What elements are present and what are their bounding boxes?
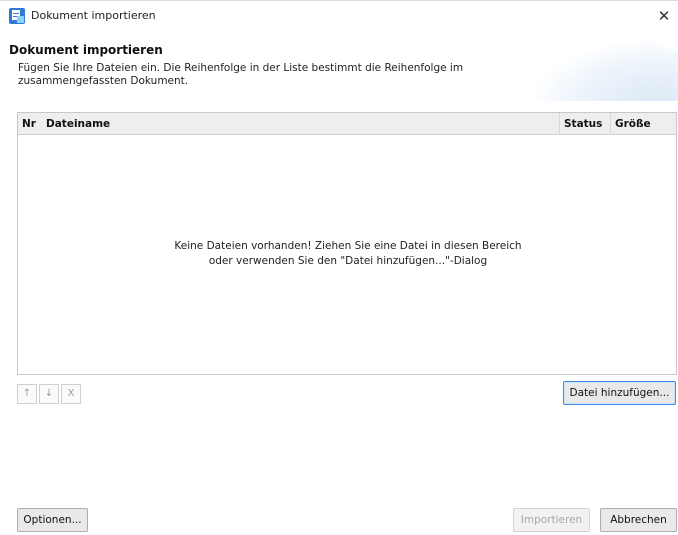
cancel-button[interactable]: Abbrechen: [600, 508, 677, 532]
remove-file-button[interactable]: X: [61, 384, 81, 404]
column-header-status[interactable]: Status: [564, 113, 602, 135]
move-down-button[interactable]: ↓: [39, 384, 59, 404]
window-title: Dokument importieren: [31, 9, 156, 22]
table-header: Nr Dateiname Status Größe: [18, 113, 676, 135]
options-button[interactable]: Optionen...: [17, 508, 88, 532]
column-header-filename[interactable]: Dateiname: [46, 113, 110, 135]
document-import-icon: [9, 8, 25, 24]
column-separator[interactable]: [610, 113, 611, 135]
empty-message-line-2: oder verwenden Sie den "Datei hinzufügen…: [208, 255, 488, 267]
column-separator[interactable]: [559, 113, 560, 135]
dialog-header: Dokument importieren Fügen Sie Ihre Date…: [0, 35, 678, 101]
import-dialog: Dokument importieren ✕ Dokument importie…: [0, 0, 678, 535]
column-header-nr[interactable]: Nr: [22, 113, 36, 135]
empty-message-line-1: Keine Dateien vorhanden! Ziehen Sie eine…: [174, 240, 522, 252]
file-table[interactable]: Nr Dateiname Status Größe Keine Dateien …: [17, 112, 677, 375]
move-up-button[interactable]: ↑: [17, 384, 37, 404]
header-decoration: [528, 37, 678, 101]
dialog-description: Fügen Sie Ihre Dateien ein. Die Reihenfo…: [18, 62, 464, 87]
column-header-size[interactable]: Größe: [615, 113, 651, 135]
title-bar: Dokument importieren ✕: [0, 1, 678, 31]
add-file-button[interactable]: Datei hinzufügen...: [563, 381, 676, 405]
import-button[interactable]: Importieren: [513, 508, 590, 532]
dialog-title: Dokument importieren: [9, 43, 163, 57]
close-icon[interactable]: ✕: [654, 6, 674, 26]
empty-list-message: Keine Dateien vorhanden! Ziehen Sie eine…: [158, 239, 538, 269]
